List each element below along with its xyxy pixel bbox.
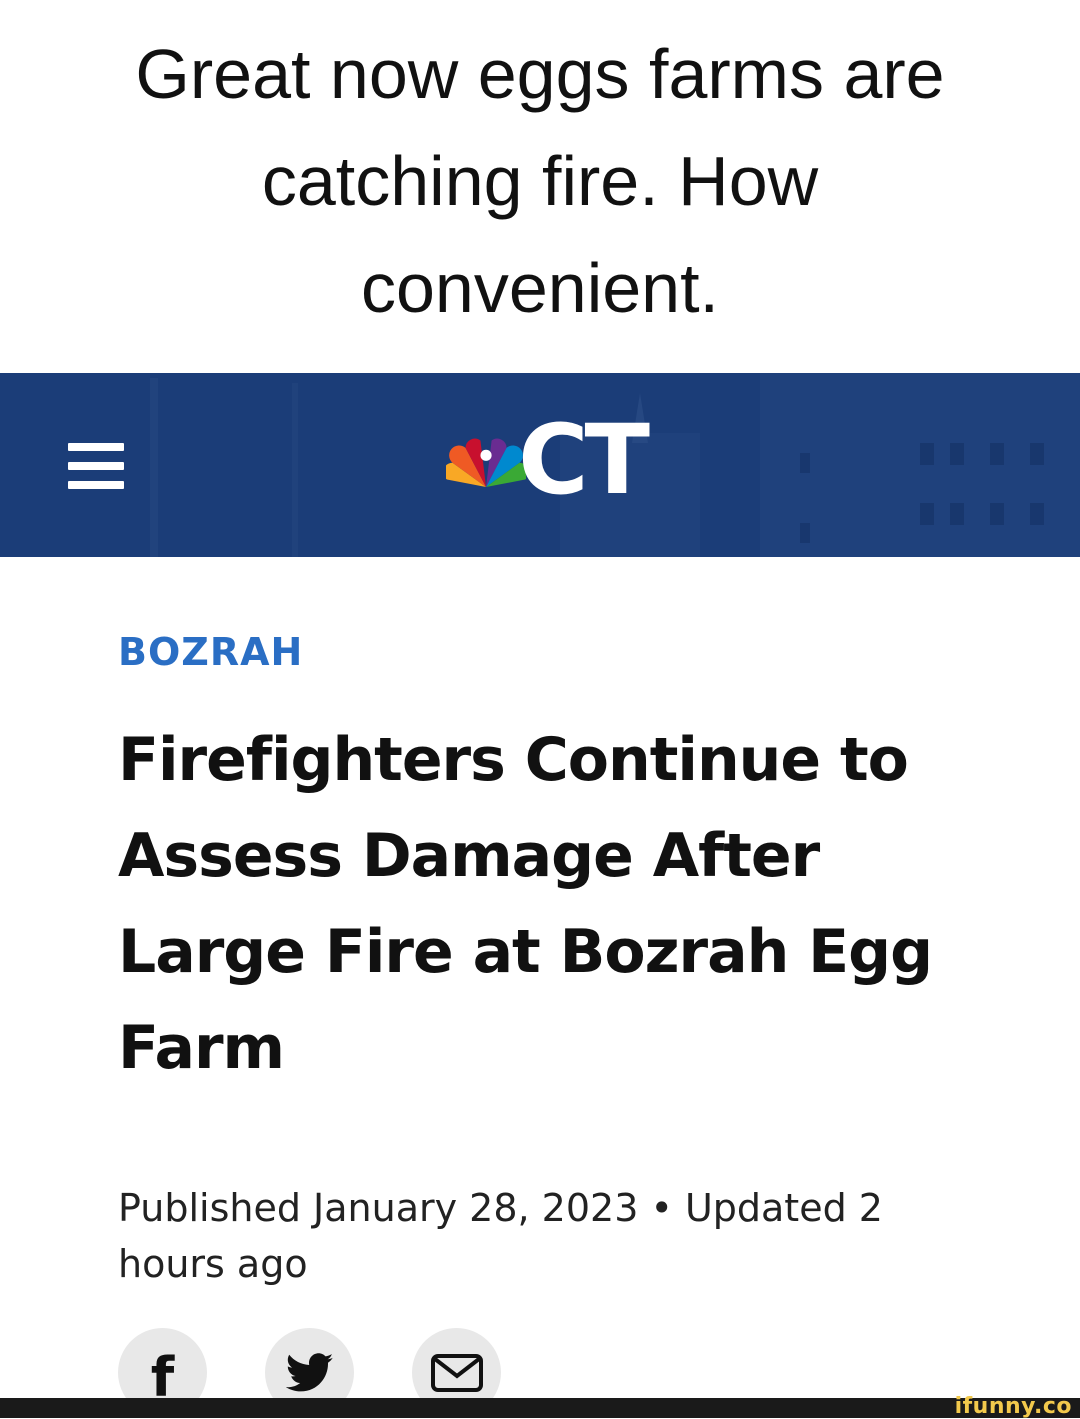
site-logo[interactable]: CT (446, 404, 650, 516)
email-icon (430, 1353, 483, 1392)
article-headline: Firefighters Continue to Assess Damage A… (118, 725, 933, 1083)
footer-bar (0, 1398, 1080, 1418)
twitter-icon (285, 1352, 333, 1391)
article-publish-info: Published January 28, 2023 • Updated 2 h… (118, 1186, 883, 1286)
caption-text: Great now eggs farms are catching fire. … (135, 34, 945, 327)
menu-icon[interactable] (68, 443, 124, 489)
nbc-peacock-icon (446, 438, 527, 487)
section-label[interactable]: BOZRAH (118, 630, 303, 674)
menu-bar (68, 481, 124, 489)
menu-bar (68, 443, 124, 451)
watermark: ifunny.co (954, 1394, 1072, 1419)
menu-bar (68, 462, 124, 470)
meme-caption: Great now eggs farms are catching fire. … (0, 0, 1080, 372)
logo-text: CT (518, 404, 650, 516)
